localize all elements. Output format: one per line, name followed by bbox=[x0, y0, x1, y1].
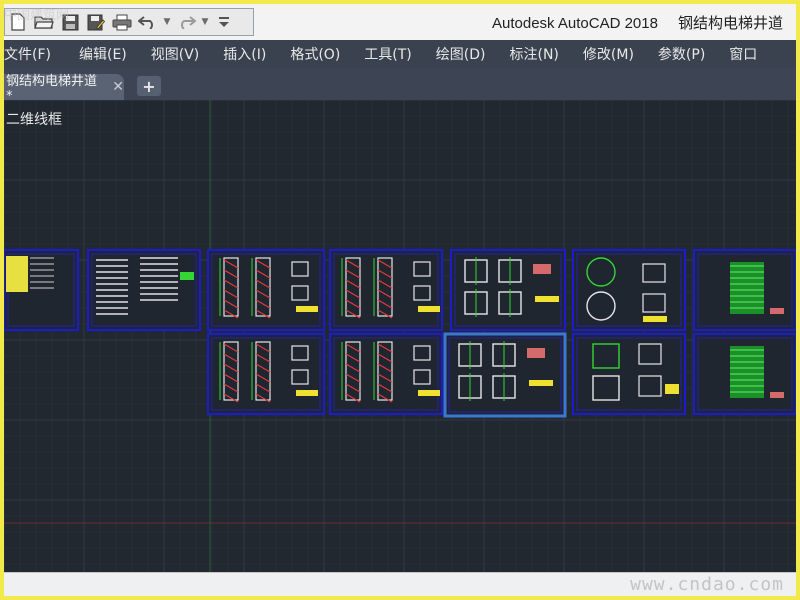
save-as-icon[interactable] bbox=[85, 12, 107, 32]
note-highlight bbox=[529, 380, 553, 386]
model-space-drawing bbox=[4, 100, 796, 572]
note-highlight bbox=[665, 384, 679, 394]
menu-dimension[interactable]: 标注(N) bbox=[510, 44, 559, 64]
menu-format[interactable]: 格式(O) bbox=[290, 44, 340, 64]
status-bar: www.cndao.com bbox=[4, 572, 796, 596]
drawing-sheet bbox=[450, 249, 566, 331]
green-hatch-block bbox=[730, 262, 764, 314]
menu-insert[interactable]: 插入(I) bbox=[223, 44, 266, 64]
drawing-sheet bbox=[443, 332, 567, 418]
window-title: Autodesk AutoCAD 2018 钢结构电梯井道 bbox=[492, 12, 783, 33]
title-bar: ▼ ▼ Autodesk AutoCAD 2018 钢结构电梯井道 bbox=[4, 4, 796, 41]
detail-block bbox=[527, 348, 545, 358]
note-highlight bbox=[296, 390, 318, 396]
drawing-sheet bbox=[572, 333, 686, 415]
menu-draw[interactable]: 绘图(D) bbox=[436, 44, 486, 64]
close-tab-icon[interactable]: ✕ bbox=[112, 79, 124, 95]
site-watermark: www.cndao.com bbox=[630, 574, 784, 595]
menu-parameters[interactable]: 参数(P) bbox=[658, 44, 705, 64]
print-icon[interactable] bbox=[111, 12, 133, 32]
title-block-mark bbox=[770, 308, 784, 314]
note-highlight bbox=[418, 390, 440, 396]
green-hatch-block bbox=[730, 346, 764, 398]
undo-icon[interactable] bbox=[137, 12, 159, 32]
note-symbol bbox=[180, 272, 194, 280]
note-highlight bbox=[535, 296, 559, 302]
visual-style-label[interactable]: 二维线框 bbox=[6, 109, 62, 129]
tab-label: 钢结构电梯井道* bbox=[6, 74, 98, 104]
customize-dropdown-icon[interactable] bbox=[213, 12, 235, 32]
document-title: 钢结构电梯井道 bbox=[677, 15, 783, 32]
drawing-sheet bbox=[572, 249, 686, 331]
menu-modify[interactable]: 修改(M) bbox=[583, 44, 634, 64]
corner-watermark: 中国建筑网 bbox=[4, 8, 70, 23]
autocad-window: ▼ ▼ Autodesk AutoCAD 2018 钢结构电梯井道 文件(F) 编… bbox=[4, 4, 796, 596]
app-title: Autodesk AutoCAD 2018 bbox=[492, 15, 658, 32]
menu-window[interactable]: 窗口 bbox=[729, 44, 757, 64]
menu-edit[interactable]: 编辑(E) bbox=[79, 44, 127, 64]
redo-dropdown-icon[interactable]: ▼ bbox=[201, 12, 209, 32]
note-highlight bbox=[418, 306, 440, 312]
redo-icon[interactable] bbox=[175, 12, 197, 32]
new-tab-button[interactable]: + bbox=[137, 76, 161, 96]
tab-active-drawing[interactable]: 钢结构电梯井道* ✕ bbox=[4, 74, 124, 104]
menu-tools[interactable]: 工具(T) bbox=[364, 44, 411, 64]
detail-block bbox=[533, 264, 551, 274]
menu-bar: 文件(F) 编辑(E) 视图(V) 插入(I) 格式(O) 工具(T) 绘图(D… bbox=[4, 40, 796, 68]
table-block bbox=[6, 256, 28, 292]
note-highlight bbox=[643, 316, 667, 322]
drawing-canvas[interactable]: 二维线框 bbox=[4, 100, 796, 572]
document-tab-bar: 钢结构电梯井道* ✕ + bbox=[4, 68, 796, 104]
undo-dropdown-icon[interactable]: ▼ bbox=[163, 12, 171, 32]
menu-file[interactable]: 文件(F) bbox=[4, 44, 51, 64]
note-highlight bbox=[296, 306, 318, 312]
title-block-mark bbox=[770, 392, 784, 398]
menu-view[interactable]: 视图(V) bbox=[151, 44, 200, 64]
